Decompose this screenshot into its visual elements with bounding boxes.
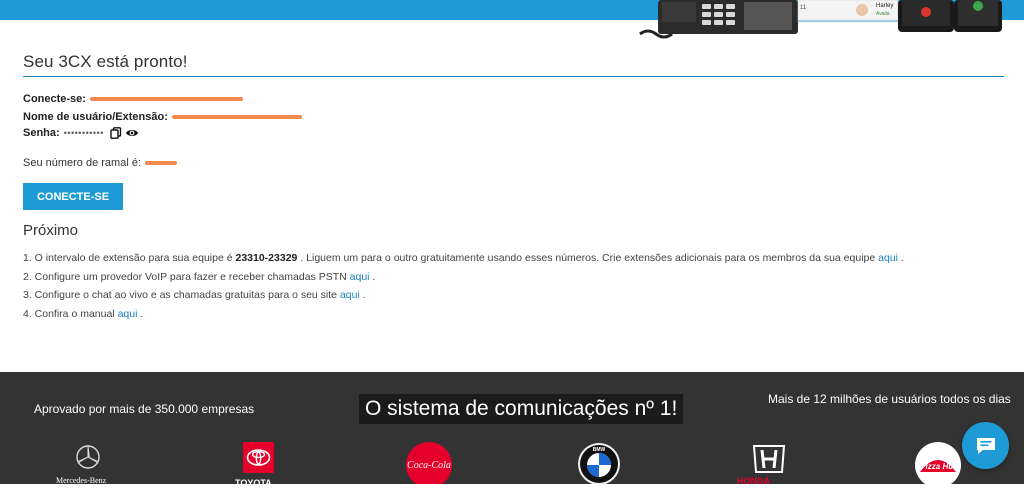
hero-contact-name: Harley: [876, 3, 893, 9]
step-1-prefix: 1. O intervalo de extensão para sua equi…: [23, 252, 236, 264]
step-4-prefix: 4. Confira o manual: [23, 307, 118, 320]
next-steps-list: 1. O intervalo de extensão para sua equi…: [23, 252, 904, 326]
next-steps-heading: Próximo: [23, 222, 79, 239]
approved-by-text: Aprovado por mais de 350.000 empresas: [34, 402, 255, 416]
chat-button[interactable]: [962, 422, 1009, 469]
connect-label: Conecte-se:: [23, 93, 86, 105]
copy-icon[interactable]: [110, 127, 122, 139]
step-2: 2. Configure um provedor VoIP para fazer…: [23, 271, 904, 290]
bmw-logo: BMW: [578, 443, 620, 484]
step-1-suffix: . Liguem um para o outro gratuitamente u…: [297, 252, 879, 264]
password-mask: •••••••••••: [63, 128, 104, 138]
redacted-connect-url: [89, 97, 243, 101]
mercedes-benz-logo: [76, 445, 100, 469]
step-4-period: .: [137, 307, 144, 320]
step-1-link[interactable]: aqui: [878, 252, 898, 264]
step-2-prefix: 2. Configure um provedor VoIP para fazer…: [23, 270, 350, 283]
username-label: Nome de usuário/Extensão:: [23, 111, 168, 123]
users-count-text: Mais de 12 milhões de usuários todos os …: [768, 392, 1011, 406]
toyota-logo: [243, 442, 274, 473]
step-3-prefix: 3. Configure o chat ao vivo e as chamada…: [23, 289, 340, 301]
coca-cola-logo: Coca-Cola: [406, 442, 452, 484]
password-label: Senha:: [23, 127, 60, 139]
page-title: Seu 3CX está pronto!: [23, 52, 188, 71]
username-row: Nome de usuário/Extensão:: [23, 111, 302, 123]
step-2-period: .: [369, 270, 376, 283]
bmw-wordmark: BMW: [593, 447, 606, 453]
redacted-extension-number: [145, 161, 178, 165]
step-1: 1. O intervalo de extensão para sua equi…: [23, 252, 904, 271]
connect-button[interactable]: CONECTE-SE: [23, 183, 123, 210]
eye-icon[interactable]: [125, 127, 139, 139]
step-1-period: .: [898, 252, 904, 264]
main-content: Seu 3CX está pronto! Conecte-se: Nome de…: [23, 52, 1004, 320]
honda-logo: [752, 445, 786, 473]
footer: Aprovado por mais de 350.000 empresas O …: [0, 372, 1024, 488]
pizza-hut-logo: Pizza Hut: [915, 442, 961, 484]
title-divider: [23, 76, 1004, 77]
step-4: 4. Confira o manual aqui .: [23, 308, 904, 327]
chat-icon: [976, 437, 995, 454]
redacted-username: [171, 115, 302, 119]
hero-contact-status: Availa: [876, 11, 890, 17]
extension-number-label: Seu número de ramal é:: [23, 157, 142, 169]
password-row: Senha: •••••••••••: [23, 127, 142, 139]
extension-number-row: Seu número de ramal é:: [23, 157, 178, 169]
step-3-period: .: [359, 289, 366, 301]
step-3: 3. Configure o chat ao vivo e as chamada…: [23, 289, 904, 308]
step-4-link[interactable]: aqui: [118, 308, 138, 320]
honda-wordmark: HONDA: [737, 476, 770, 486]
connect-row: Conecte-se:: [23, 93, 243, 105]
toyota-wordmark: TOYOTA: [235, 478, 272, 488]
extension-range: 23310-23329: [235, 252, 298, 264]
pizza-hut-wordmark: Pizza Hut: [920, 462, 956, 471]
hero-phone-snippet: 11: [800, 5, 807, 11]
hero-devices-illustration: 11 Harley Availa: [639, 0, 1002, 39]
coca-cola-wordmark: Coca-Cola: [407, 460, 451, 471]
step-2-link[interactable]: aqui: [350, 271, 370, 283]
step-3-link[interactable]: aqui: [340, 289, 360, 301]
slogan-banner: O sistema de comunicações nº 1!: [359, 394, 684, 424]
